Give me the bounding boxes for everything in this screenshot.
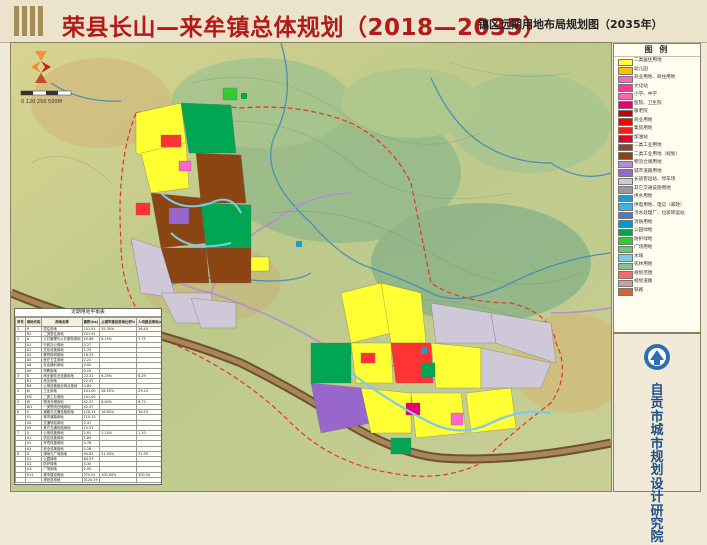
- map-subtitle: 镇区远期用地布局规划图（2035年）: [478, 18, 663, 31]
- legend-item: 规划范围: [616, 270, 698, 279]
- legend-item: 物流仓储用地: [616, 159, 698, 168]
- title-bar: 荣县长山—来牟镇总体规划（2018—2035） 镇区远期用地布局规划图（2035…: [0, 0, 707, 43]
- legend-label: 文化站: [634, 83, 648, 89]
- scale-bar: [20, 90, 72, 96]
- table-cell: [136, 476, 161, 484]
- table-cell: [24, 476, 43, 484]
- legend-item: 商业用地: [616, 117, 698, 126]
- legend-item: 集贸用地: [616, 125, 698, 134]
- title-decoration: [14, 6, 48, 36]
- legend-label: 农林用地: [634, 262, 653, 267]
- legend-label: 规划道路: [634, 279, 653, 284]
- legend-label: 二类居住用地: [634, 58, 662, 63]
- legend-label: 铁路: [634, 287, 644, 293]
- legend-label: 医院、卫生院: [634, 100, 662, 106]
- table-cell: 3120.19: [81, 476, 101, 484]
- legend-item: 铁路: [616, 287, 698, 296]
- legend-item: 其它交通设施用地: [616, 185, 698, 194]
- institute-name: 自贡市城市规划设计研究院: [650, 383, 664, 545]
- legend-item: 污水处理厂、垃圾转运站: [616, 210, 698, 219]
- legend-label: 集贸用地: [634, 126, 653, 131]
- legend-label: 二类工业用地: [634, 143, 662, 148]
- legend-item: 规划道路: [616, 278, 698, 287]
- land-use-table: 近期用地平衡表 序号 用地代码 用地名称 面积(ha) 占城市建设用地比例% 人均建设用地…: [14, 308, 162, 485]
- legend-item: 二类工业用地（规划）: [616, 151, 698, 160]
- legend-label: 城市道路用地: [634, 168, 662, 174]
- legend-item: 城市道路用地: [616, 168, 698, 177]
- legend-label: 污水处理厂、垃圾转运站: [634, 211, 685, 216]
- land-use-table-title: 近期用地平衡表: [15, 309, 161, 317]
- legend-label: 供电用地、电信（邮政）: [634, 202, 685, 208]
- legend-label: 规划范围: [634, 270, 653, 276]
- map-title: 荣县长山—来牟镇总体规划（2018—2035）: [62, 15, 547, 41]
- land-use-table-grid: 序号用地代码用地名称面积(ha)占城市建设用地比例%人均建设用地(m²) 1R居…: [15, 317, 161, 484]
- legend-item: 加油站: [616, 134, 698, 143]
- table-header-cell: 用地代码: [24, 317, 43, 327]
- legend-panel: 图 例 二类居住用地 幼儿园商业用地、商住用地 文化站小学、中学医院、卫生院 敬老院商…: [613, 43, 701, 333]
- legend-label: 消防用地: [634, 219, 653, 225]
- institute-panel: 自贡市城市规划设计研究院: [613, 333, 701, 545]
- table-row: 规划总用地 3120.19: [15, 476, 161, 484]
- legend-label: 幼儿园: [634, 66, 648, 72]
- legend-label: 水域: [634, 253, 644, 259]
- legend-swatch: [618, 288, 633, 296]
- legend-label: 公园绿地: [634, 228, 653, 233]
- table-cell: 公用设施营业网点用地: [41, 383, 83, 390]
- table-cell: [99, 476, 138, 484]
- table-header-cell: 用地名称: [41, 317, 83, 327]
- legend-item: 商业用地、商住用地: [616, 74, 698, 83]
- legend-item: 消防用地: [616, 219, 698, 228]
- legend-label: 敬老院: [634, 109, 648, 114]
- scale-label: 0 120 250 500M: [21, 99, 62, 105]
- legend-item: 防护绿地: [616, 236, 698, 245]
- table-header-cell: 占城市建设用地比例%: [99, 317, 138, 327]
- legend-label: 商业用地、商住用地: [634, 75, 676, 80]
- legend-item: 供水用地: [616, 193, 698, 202]
- legend-label: 供水用地: [634, 194, 653, 199]
- legend-item: 供电用地、电信（邮政）: [616, 202, 698, 211]
- table-header-cell: 序号: [15, 317, 26, 327]
- table-header-cell: 人均建设用地(m²): [136, 317, 161, 327]
- legend-item: 广场用地: [616, 244, 698, 253]
- legend-item: 农林用地: [616, 261, 698, 270]
- table-header-cell: 面积(ha): [81, 317, 101, 327]
- legend-item: 二类居住用地: [616, 57, 698, 66]
- table-cell: [15, 476, 26, 484]
- legend-item: 文化站: [616, 83, 698, 92]
- legend-label: 二类工业用地（规划）: [634, 151, 680, 157]
- legend-item: 二类工业用地: [616, 142, 698, 151]
- legend-label: 加油站: [634, 134, 648, 140]
- legend-item: 医院、卫生院: [616, 100, 698, 109]
- legend-item: 水域: [616, 253, 698, 262]
- legend-item: 公园绿地: [616, 227, 698, 236]
- legend-label: 其它交通设施用地: [634, 185, 671, 191]
- legend-label: 物流仓储用地: [634, 160, 662, 165]
- table-cell: 规划总用地: [41, 476, 83, 484]
- legend-label: 商业用地: [634, 117, 653, 123]
- institute-logo-icon: [644, 344, 670, 370]
- legend-item: 小学、中学: [616, 91, 698, 100]
- legend-label: 小学、中学: [634, 92, 657, 97]
- legend-label: 广场用地: [634, 245, 653, 250]
- legend-label: 防护绿地: [634, 236, 653, 242]
- legend-title: 图 例: [614, 44, 700, 57]
- table-cell: 公共管理与公共服务用地: [41, 336, 83, 343]
- legend-item: 敬老院: [616, 108, 698, 117]
- legend-item: 长途客运站、停车场: [616, 176, 698, 185]
- legend-list: 二类居住用地 幼儿园商业用地、商住用地 文化站小学、中学医院、卫生院 敬老院商业用地集…: [614, 57, 700, 296]
- legend-label: 长途客运站、停车场: [634, 177, 676, 182]
- legend-item: 幼儿园: [616, 66, 698, 75]
